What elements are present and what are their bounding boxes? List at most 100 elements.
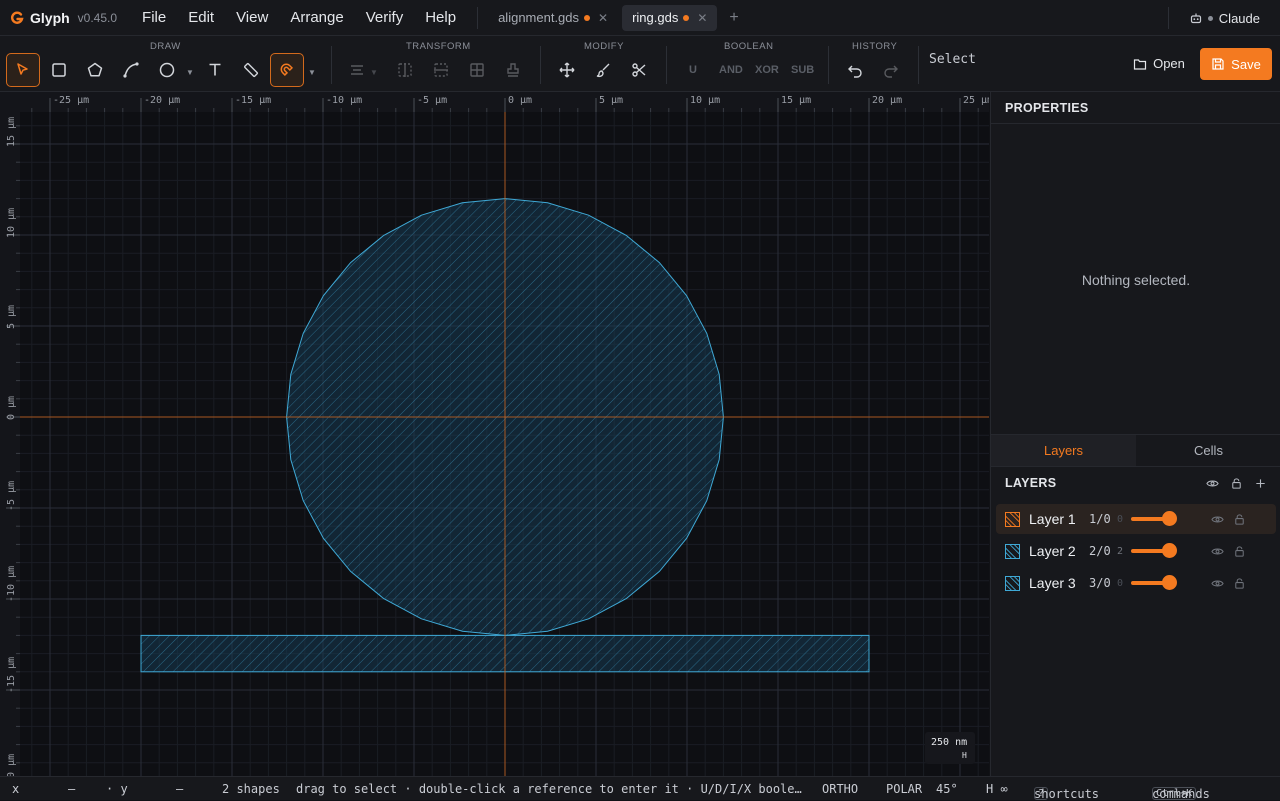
hint-text: drag to select · double-click a referenc… [296,782,802,796]
add-layer-icon[interactable] [1254,477,1267,490]
modified-dot-icon [584,14,591,21]
path-tool-button[interactable] [114,53,148,87]
toolbar-divider [331,46,332,84]
boolean-xor-button[interactable]: XOR [755,64,779,76]
group-label-transform: TRANSFORM [406,41,471,52]
flip-horizontal-icon [398,63,412,77]
lock-icon[interactable] [1233,577,1246,590]
stamp-button[interactable] [496,53,530,87]
toolbar: DRAW ▼ ▼ TRANSFORM ▼ MODIFY BOOLEAN U AN… [0,36,1280,92]
ruler-x-label: 0 µm [508,95,532,106]
layer-opacity-slider[interactable] [1131,543,1177,558]
layer-shape-count: 0 [1117,513,1124,525]
eye-icon[interactable] [1211,577,1224,590]
array-button[interactable] [460,53,494,87]
group-label-modify: MODIFY [584,41,624,52]
ruler-x-label: -25 µm [53,95,89,106]
ruler-x-label: -20 µm [144,95,180,106]
layer-name: Layer 3 [1029,575,1076,591]
user-badge[interactable]: Claude [1167,0,1260,36]
polar-toggle[interactable]: POLAR [886,782,922,796]
slider-knob[interactable] [1162,511,1177,526]
layer-row-1[interactable]: Layer 1 1/0 0 [996,504,1276,534]
app-version: v0.45.0 [77,10,118,25]
ruler-x-label: 10 µm [690,95,720,106]
move-icon [559,62,575,78]
folder-open-icon [1133,58,1147,70]
menu-file[interactable]: File [131,0,177,36]
menu-verify[interactable]: Verify [355,0,415,36]
align-button[interactable] [340,53,374,87]
magnet-icon [280,63,294,77]
polar-angle[interactable]: 45° [936,782,958,796]
layout-canvas[interactable]: -25 µm -20 µm -15 µm -10 µm -5 µm 0 µm 5 µm 10 … [0,92,989,776]
menu-edit[interactable]: Edit [177,0,225,36]
layer-row-3[interactable]: Layer 3 3/0 0 [996,568,1276,598]
right-panel: PROPERTIES Nothing selected. Layers Cell… [990,92,1280,776]
lock-icon[interactable] [1233,513,1246,526]
rectangle-tool-button[interactable] [42,53,76,87]
circle-options-chevron-icon[interactable]: ▼ [186,68,194,77]
canvas-svg[interactable]: -25 µm -20 µm -15 µm -10 µm -5 µm 0 µm 5 µm 10 … [0,92,989,776]
commands-label: commands [1152,787,1210,801]
menu-divider [477,6,479,29]
save-button[interactable]: Save [1200,48,1272,80]
modified-dot-icon [683,14,690,21]
flip-vertical-button[interactable] [424,53,458,87]
open-button[interactable]: Open [1126,48,1192,79]
close-tab-icon[interactable]: ✕ [697,11,707,25]
ruler-y-label: -15 µm [6,657,17,693]
eye-icon[interactable] [1206,477,1219,490]
ruler-icon [243,62,259,78]
tab-ring[interactable]: ring.gds ✕ [622,4,718,31]
close-tab-icon[interactable]: ✕ [598,11,608,25]
save-icon [1212,58,1224,70]
tab-alignment[interactable]: alignment.gds ✕ [488,5,618,31]
snap-tool-button[interactable] [270,53,304,87]
document-tabs: alignment.gds ✕ ring.gds ✕ + [488,0,739,36]
menu-help[interactable]: Help [414,0,467,36]
circle-tool-button[interactable] [150,53,184,87]
lock-icon[interactable] [1233,545,1246,558]
tab-cells[interactable]: Cells [1136,435,1280,466]
text-tool-button[interactable] [198,53,232,87]
snap-options-chevron-icon[interactable]: ▼ [308,68,316,77]
undo-button[interactable] [838,53,872,87]
open-label: Open [1153,56,1185,71]
slider-knob[interactable] [1162,575,1177,590]
redo-button[interactable] [874,53,908,87]
boolean-and-button[interactable]: AND [719,64,743,76]
cut-button[interactable] [622,53,656,87]
align-options-chevron-icon[interactable]: ▼ [370,68,378,77]
ruler-x-label: 20 µm [872,95,902,106]
ruler-y-label: 15 µm [6,117,17,147]
paint-button[interactable] [586,53,620,87]
layer-swatch-icon [1005,511,1020,527]
layer-name: Layer 2 [1029,543,1076,559]
boolean-sub-button[interactable]: SUB [791,64,814,76]
eye-icon[interactable] [1211,513,1224,526]
add-tab-icon[interactable]: + [729,9,738,27]
layer-row-2[interactable]: Layer 2 2/0 2 [996,536,1276,566]
menu-view[interactable]: View [225,0,279,36]
polygon-tool-button[interactable] [78,53,112,87]
slider-knob[interactable] [1162,543,1177,558]
select-tool-button[interactable] [6,53,40,87]
boolean-union-button[interactable]: U [689,64,697,76]
ruler-tool-button[interactable] [234,53,268,87]
layer-opacity-slider[interactable] [1131,511,1177,526]
move-button[interactable] [550,53,584,87]
layer-list: Layer 1 1/0 0 Layer 2 2/0 2 Layer 3 3/0 [996,504,1276,600]
pentagon-icon [87,62,103,77]
ortho-toggle[interactable]: ORTHO [822,782,858,796]
cursor-x-value: — [68,782,76,796]
layer-opacity-slider[interactable] [1131,575,1177,590]
lock-icon[interactable] [1230,477,1243,490]
eye-icon[interactable] [1211,545,1224,558]
flip-horizontal-button[interactable] [388,53,422,87]
ruler-y-label: 10 µm [6,208,17,238]
ruler-x-label: 25 µm [963,95,989,106]
tab-layers[interactable]: Layers [991,435,1136,466]
h-setting[interactable]: H ∞ [986,782,1008,796]
menu-arrange[interactable]: Arrange [279,0,354,36]
